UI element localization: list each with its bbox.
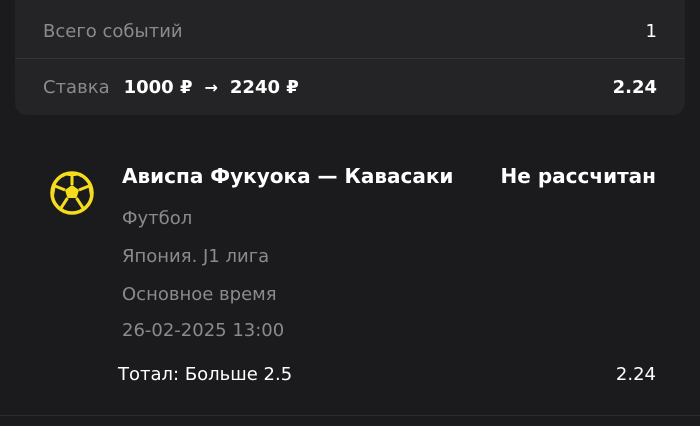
event-title: Ависпа Фукуока — Кавасаки	[122, 164, 454, 188]
event-status: Не рассчитан	[500, 164, 656, 188]
event-league: Япония. J1 лига	[122, 246, 270, 267]
event-market: Тотал: Больше 2.5	[118, 364, 293, 385]
football-icon	[50, 171, 94, 215]
stake-amount: 1000 ₽	[123, 76, 193, 98]
event-odds: 2.24	[615, 364, 656, 385]
bet-event-item[interactable]: Ависпа Фукуока — Кавасаки Не рассчитан Ф…	[0, 150, 700, 390]
total-odds: 2.24	[612, 76, 657, 98]
stake-info: Ставка 1000 ₽ → 2240 ₽	[43, 77, 299, 98]
stake-row: Ставка 1000 ₽ → 2240 ₽ 2.24	[15, 59, 685, 115]
event-sport: Футбол	[122, 208, 193, 229]
arrow-right-icon: →	[204, 77, 218, 97]
payout-amount: 2240 ₽	[229, 76, 299, 98]
total-events-label: Всего событий	[43, 20, 183, 42]
total-events-row: Всего событий 1	[15, 3, 685, 59]
stake-label: Ставка	[43, 76, 110, 98]
bottom-divider	[0, 415, 700, 416]
event-period: Основное время	[122, 284, 277, 305]
event-datetime: 26-02-2025 13:00	[122, 320, 285, 341]
bet-summary-card: Всего событий 1 Ставка 1000 ₽ → 2240 ₽ 2…	[15, 0, 685, 115]
total-events-value: 1	[645, 20, 657, 42]
